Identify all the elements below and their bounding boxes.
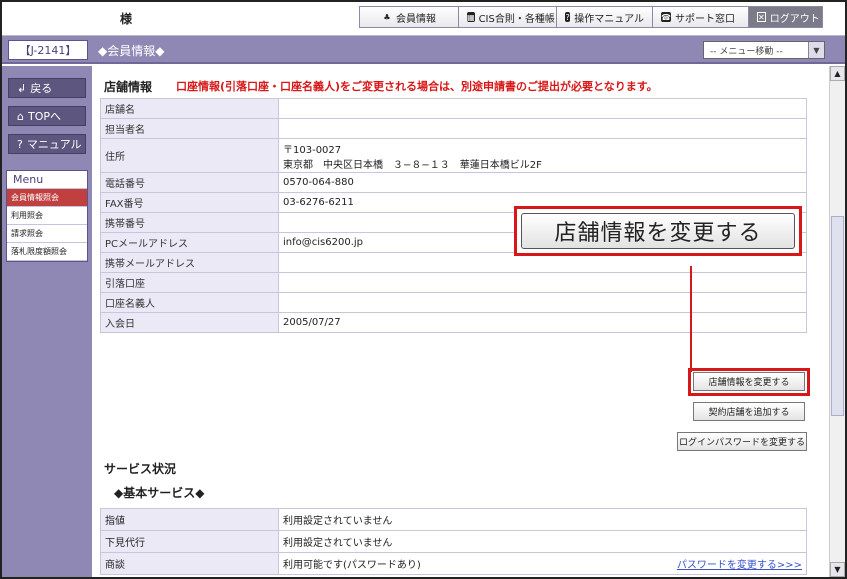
row-value [278,118,807,139]
main-content: 店舗情報 口座情報(引落口座・口座名義人)をご変更される場合は、別途申請書のご提… [92,66,829,577]
callout-connector [690,266,692,372]
postal-code: 〒103-0027 [283,144,342,156]
row-label: 電話番号 [100,172,279,193]
phone-icon: ☎ [661,12,671,22]
tab-label: ログアウト [769,13,820,25]
scroll-up-icon[interactable]: ▲ [830,66,845,81]
row-value [278,292,807,313]
row-label: 口座名義人 [100,292,279,313]
table-row: 下見代行 利用設定されていません [100,530,807,553]
change-login-password-button[interactable]: ログインパスワードを変更する [677,432,807,451]
row-label: 指値 [100,508,279,531]
tab-cis-reports[interactable]: ▦ CIS合則・各種帳り [459,6,565,28]
table-row: 店舗名 [100,98,807,119]
user-name-suffix: 様 [120,12,133,26]
menu-jump-select[interactable]: -- メニュー移動 -- ▼ [703,41,825,59]
tab-label: CIS合則・各種帳り [478,13,565,25]
row-value: 0570-064-880 [278,172,807,193]
row-label: 入会日 [100,312,279,333]
menu-title: Menu [7,171,87,189]
row-value [278,98,807,119]
table-row: 指値 利用設定されていません [100,508,807,531]
row-value: 利用可能です(パスワードあり) [283,560,421,571]
tab-label: 操作マニュアル [574,13,644,25]
store-info-title: 店舗情報 [104,80,153,94]
table-row: 電話番号 0570-064-880 [100,172,807,193]
top-bar: 様 ♣ 会員情報 ▦ CIS合則・各種帳り ? 操作マニュアル ☎ サポート窓口… [2,2,845,36]
row-label: PCメールアドレス [100,232,279,253]
change-store-info-button[interactable]: 店舗情報を変更する [693,372,805,391]
change-password-link[interactable]: パスワードを変更する>>> [677,556,802,571]
home-icon: ⌂ [17,109,24,123]
row-label: FAX番号 [100,192,279,213]
page-title: ◆会員情報◆ [98,44,165,58]
manual-button[interactable]: ? マニュアル [8,134,86,154]
close-icon: ✕ [757,12,766,22]
row-label: 店舗名 [100,98,279,119]
row-value [278,272,807,293]
row-label: 下見代行 [100,530,279,553]
side-menu: Menu 会員情報照会 利用照会 請求照会 落札限度額照会 [6,170,88,262]
table-row: 住所 〒103-0027 東京都 中央区日本橋 ３−８−１３ 華蓮日本橋ビル2F [100,138,807,173]
tab-operation-manual[interactable]: ? 操作マニュアル [557,6,653,28]
row-value: 2005/07/27 [278,312,807,333]
tab-label: サポート窓口 [675,13,735,25]
tab-member-info[interactable]: ♣ 会員情報 [359,6,459,28]
menu-select-value: -- メニュー移動 -- [710,46,783,57]
row-label: 担当者名 [100,118,279,139]
callout-box: 店舗情報を変更する [514,206,802,256]
table-row: 入会日 2005/07/27 [100,312,807,333]
manual-label: マニュアル [26,138,82,151]
sidebar-item-bid-limit[interactable]: 落札限度額照会 [7,243,87,261]
account-change-warning: 口座情報(引落口座・口座名義人)をご変更される場合は、別途申請書のご提出が必要と… [176,80,658,93]
change-store-info-callout: 店舗情報を変更する [521,213,795,249]
help-icon: ? [565,12,571,22]
return-icon: ↲ [17,81,27,95]
row-label: 商談 [100,552,279,575]
table-row: 担当者名 [100,118,807,139]
service-table: 指値 利用設定されていません 下見代行 利用設定されていません 商談 利用可能です(パ… [100,508,807,575]
back-label: 戻る [30,82,53,95]
sidebar-item-usage[interactable]: 利用照会 [7,207,87,225]
chevron-down-icon[interactable]: ▼ [808,42,824,58]
back-button[interactable]: ↲ 戻る [8,78,86,98]
address-line: 東京都 中央区日本橋 ３−８−１３ 華蓮日本橋ビル2F [283,159,542,171]
row-label: 携帯番号 [100,212,279,233]
basic-service-title: ◆基本サービス◆ [114,486,205,500]
club-icon: ♣ [383,12,391,22]
row-label: 引落口座 [100,272,279,293]
tab-logout[interactable]: ✕ ログアウト [749,6,823,28]
document-icon: ▦ [467,12,475,22]
top-label: TOPへ [27,110,61,123]
sidebar: ↲ 戻る ⌂ TOPへ ? マニュアル Menu 会員情報照会 利用照会 請求照… [2,66,92,577]
tab-label: 会員情報 [396,13,436,25]
vertical-scrollbar[interactable]: ▲ ▼ [829,66,845,577]
row-label: 住所 [100,138,279,173]
row-label: 携帯メールアドレス [100,252,279,273]
add-contract-store-button[interactable]: 契約店舗を追加する [693,402,805,421]
row-value: 利用設定されていません [278,530,807,553]
row-value: 利用設定されていません [278,508,807,531]
row-value-with-link: 利用可能です(パスワードあり) パスワードを変更する>>> [278,552,807,575]
table-row: 引落口座 [100,272,807,293]
service-status-title: サービス状況 [104,462,177,476]
title-bar: 【J-2141】 ◆会員情報◆ -- メニュー移動 -- ▼ [2,36,845,64]
scroll-down-icon[interactable]: ▼ [830,562,845,577]
help-icon: ? [17,137,23,151]
table-row: 口座名義人 [100,292,807,313]
member-code: 【J-2141】 [8,40,88,60]
top-button[interactable]: ⌂ TOPへ [8,106,86,126]
app-window: 様 ♣ 会員情報 ▦ CIS合則・各種帳り ? 操作マニュアル ☎ サポート窓口… [0,0,847,579]
tab-support[interactable]: ☎ サポート窓口 [653,6,749,28]
table-row: 商談 利用可能です(パスワードあり) パスワードを変更する>>> [100,552,807,575]
top-nav: ♣ 会員情報 ▦ CIS合則・各種帳り ? 操作マニュアル ☎ サポート窓口 ✕… [359,6,823,28]
sidebar-item-member-info[interactable]: 会員情報照会 [7,189,87,207]
scrollbar-thumb[interactable] [831,216,844,416]
sidebar-item-billing[interactable]: 請求照会 [7,225,87,243]
address-value: 〒103-0027 東京都 中央区日本橋 ３−８−１３ 華蓮日本橋ビル2F [278,138,807,173]
